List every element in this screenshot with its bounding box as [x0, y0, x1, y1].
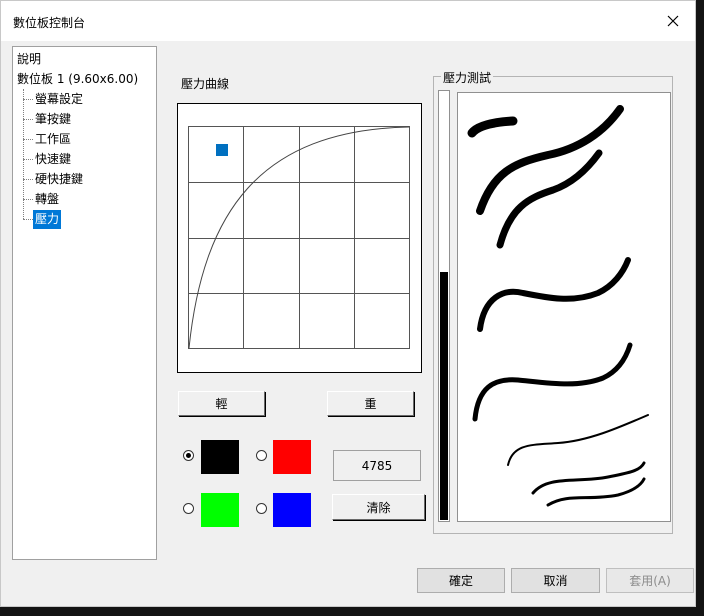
apply-button[interactable]: 套用(A)	[606, 568, 694, 593]
pressure-value-text: 4785	[361, 458, 393, 473]
cancel-button[interactable]: 取消	[511, 568, 600, 593]
radio-dot	[186, 453, 191, 458]
color-swatch-blue[interactable]	[273, 493, 311, 527]
close-button[interactable]	[651, 1, 695, 41]
tree-branch	[23, 159, 33, 160]
tree-branch	[23, 199, 33, 200]
tree-item-hotkeys[interactable]: 快速鍵	[33, 150, 73, 169]
pressure-test-label: 壓力測試	[441, 69, 494, 86]
tree-branch	[23, 119, 33, 120]
tree-branch	[23, 139, 33, 140]
color-swatch-red[interactable]	[273, 440, 311, 474]
tablet-control-dialog: 數位板控制台 說明 數位板 1 (9.60x6.00) 螢幕設定 筆按鍵 工作區…	[0, 0, 696, 607]
color-radio-green[interactable]	[183, 503, 194, 514]
tree-item-hard-shortcuts[interactable]: 硬快捷鍵	[33, 170, 85, 189]
pressure-level-bar	[438, 90, 450, 522]
pressure-value-display: 4785	[333, 450, 421, 481]
color-swatch-green[interactable]	[201, 493, 239, 527]
curve-control-handle[interactable]	[216, 144, 228, 156]
color-radio-black[interactable]	[183, 450, 194, 461]
light-button[interactable]: 輕	[178, 391, 265, 416]
title-bar: 數位板控制台	[1, 1, 695, 41]
heavy-button[interactable]: 重	[327, 391, 414, 416]
curve-grid	[188, 126, 410, 349]
pressure-curve-graph	[188, 126, 410, 349]
settings-tree[interactable]: 說明 數位板 1 (9.60x6.00) 螢幕設定 筆按鍵 工作區 快速鍵 硬快…	[12, 46, 157, 560]
tree-item-help[interactable]: 說明	[15, 50, 43, 69]
pressure-level-fill	[440, 272, 448, 520]
pressure-curve-editor[interactable]	[177, 103, 422, 373]
ok-button[interactable]: 確定	[417, 568, 505, 593]
ink-strokes	[467, 105, 649, 507]
color-swatch-black[interactable]	[201, 440, 239, 474]
window-title: 數位板控制台	[13, 16, 86, 30]
tree-item-screen-settings[interactable]: 螢幕設定	[33, 90, 85, 109]
color-radio-blue[interactable]	[256, 503, 267, 514]
clear-button[interactable]: 清除	[332, 494, 425, 520]
test-strokes	[467, 105, 649, 507]
tree-item-work-area[interactable]: 工作區	[33, 130, 73, 149]
tree-item-tablet[interactable]: 數位板 1 (9.60x6.00)	[15, 70, 140, 89]
close-icon	[667, 15, 679, 27]
tree-item-dial[interactable]: 轉盤	[33, 190, 61, 209]
pressure-curve-label: 壓力曲線	[181, 77, 230, 91]
tree-item-pen-buttons[interactable]: 筆按鍵	[33, 110, 73, 129]
pressure-test-canvas[interactable]	[457, 92, 671, 522]
color-radio-red[interactable]	[256, 450, 267, 461]
tree-branch	[23, 219, 33, 220]
tree-item-pressure[interactable]: 壓力	[33, 210, 62, 229]
tree-branch	[23, 179, 33, 180]
tree-branch	[23, 99, 33, 100]
